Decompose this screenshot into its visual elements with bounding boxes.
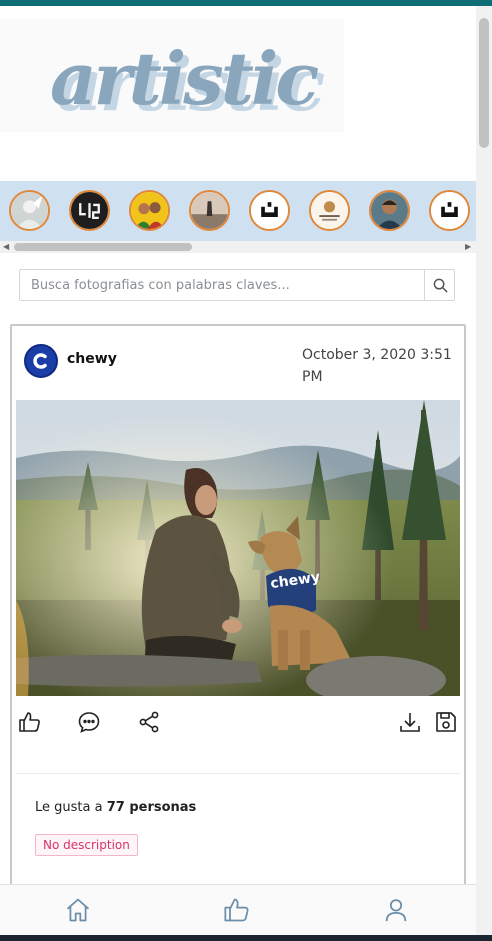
- app-window: artistic ◀ ▶ Busca fotografias con palab…: [0, 0, 492, 941]
- story-emblem-icon: [311, 192, 348, 229]
- user-icon: [385, 899, 407, 922]
- home-icon: [66, 898, 90, 922]
- story-landscape-icon: [191, 192, 228, 229]
- thumbs-up-icon: [19, 712, 40, 732]
- likes-prefix: Le gusta a: [35, 800, 107, 815]
- nav-profile-button[interactable]: [381, 895, 411, 925]
- share-button[interactable]: [135, 708, 163, 736]
- card-divider: [16, 773, 460, 774]
- main-content: artistic ◀ ▶ Busca fotografias con palab…: [0, 6, 476, 935]
- download-icon: [400, 713, 420, 732]
- floppy-disk-icon: [436, 712, 456, 732]
- story-brand-icon: [251, 192, 288, 229]
- story-avatar-4[interactable]: [189, 190, 230, 231]
- story-avatar-1[interactable]: [9, 190, 50, 231]
- story-avatar-2[interactable]: [69, 190, 110, 231]
- likes-summary: Le gusta a 77 personas: [35, 800, 196, 815]
- post-actions: [12, 708, 464, 738]
- post-photo[interactable]: chewy: [16, 400, 460, 696]
- post-author[interactable]: chewy: [67, 351, 117, 367]
- save-button[interactable]: [432, 708, 460, 736]
- likes-count[interactable]: 77 personas: [107, 800, 197, 815]
- post-image: chewy: [16, 400, 460, 696]
- description-badge: No description: [35, 834, 138, 856]
- post-card: chewy October 3, 2020 3:51 PM chewy Le g…: [10, 324, 466, 935]
- story-avatar-5[interactable]: [249, 190, 290, 231]
- search-icon: [433, 278, 448, 293]
- download-button[interactable]: [396, 708, 424, 736]
- search-input[interactable]: [20, 270, 424, 300]
- nav-home-button[interactable]: [63, 895, 93, 925]
- chat-bubble-icon: [78, 712, 100, 733]
- bottom-navigation: [0, 884, 476, 935]
- story-avatar-3[interactable]: [129, 190, 170, 231]
- post-date: October 3, 2020 3:51 PM: [302, 347, 452, 385]
- stories-horizontal-scrollbar[interactable]: ◀ ▶: [0, 241, 476, 253]
- share-icon: [139, 711, 159, 733]
- search-button[interactable]: [424, 270, 455, 300]
- app-logo[interactable]: artistic: [50, 36, 319, 121]
- story-avatar-7[interactable]: [369, 190, 410, 231]
- stories-row: [0, 181, 476, 241]
- bottom-window-strip: [0, 935, 492, 941]
- page-vertical-scrollbar[interactable]: [476, 6, 492, 935]
- thumbs-up-icon: [224, 898, 249, 922]
- story-avatar-6[interactable]: [309, 190, 350, 231]
- nav-likes-button[interactable]: [222, 895, 252, 925]
- author-avatar[interactable]: [24, 344, 58, 378]
- story-logo-icon: [71, 192, 108, 229]
- search-bar: [19, 269, 455, 301]
- scroll-right-arrow-icon[interactable]: ▶: [465, 242, 471, 251]
- comment-button[interactable]: [75, 708, 103, 736]
- logo-area: artistic: [0, 18, 344, 132]
- story-portrait-icon: [371, 192, 408, 229]
- scrollbar-thumb[interactable]: [14, 243, 192, 251]
- story-photo-icon: [11, 192, 48, 229]
- story-brand-icon: [431, 192, 468, 229]
- story-couple-icon: [131, 192, 168, 229]
- like-button[interactable]: [16, 708, 44, 736]
- scroll-left-arrow-icon[interactable]: ◀: [3, 242, 9, 251]
- story-avatar-8[interactable]: [429, 190, 470, 231]
- page-scrollbar-thumb[interactable]: [479, 18, 489, 148]
- chewy-logo-icon: [33, 353, 47, 369]
